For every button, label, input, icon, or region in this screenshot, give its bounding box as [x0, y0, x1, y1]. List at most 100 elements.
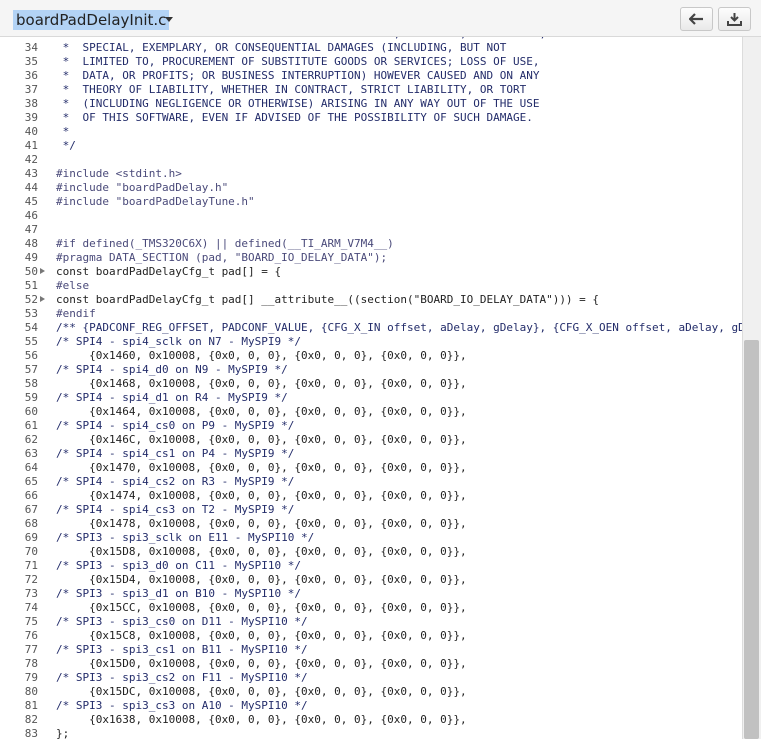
code-line: 34 * SPECIAL, EXEMPLARY, OR CONSEQUENTIA… — [0, 41, 742, 55]
code-line: 47 — [0, 223, 742, 237]
code-text: {0x1474, 0x10008, {0x0, 0, 0}, {0x0, 0, … — [56, 489, 467, 502]
code-text: {0x146C, 0x10008, {0x0, 0, 0}, {0x0, 0, … — [56, 433, 467, 446]
chevron-down-icon[interactable] — [165, 17, 173, 22]
line-number: 45 — [24, 195, 38, 208]
line-number: 66 — [24, 489, 38, 502]
code-line: 74 {0x15CC, 0x10008, {0x0, 0, 0}, {0x0, … — [0, 601, 742, 615]
line-number: 50 — [24, 265, 38, 278]
fold-arrow-icon[interactable] — [40, 296, 45, 302]
line-number: 47 — [24, 223, 38, 236]
download-icon — [727, 13, 742, 26]
code-text: {0x15CC, 0x10008, {0x0, 0, 0}, {0x0, 0, … — [56, 601, 467, 614]
code-text: /* SPI4 - spi4_d1 on R4 - MySPI9 */ — [56, 391, 288, 404]
line-number: 83 — [24, 727, 38, 739]
download-button[interactable] — [718, 7, 751, 31]
code-text: {0x15C8, 0x10008, {0x0, 0, 0}, {0x0, 0, … — [56, 629, 467, 642]
code-text: /** {PADCONF_REG_OFFSET, PADCONF_VALUE, … — [56, 321, 742, 334]
line-number: 71 — [24, 559, 38, 572]
code-line: 81 /* SPI3 - spi3_cs3 on A10 - MySPI10 */ — [0, 699, 742, 713]
code-line: 58 {0x1468, 0x10008, {0x0, 0, 0}, {0x0, … — [0, 377, 742, 391]
line-number: 79 — [24, 671, 38, 684]
code-view[interactable]: 33 OWNER OR CONTRIBUTORS BE LIABLE FOR A… — [0, 37, 742, 739]
line-number: 59 — [24, 391, 38, 404]
line-number: 75 — [24, 615, 38, 628]
code-line: 56 {0x1460, 0x10008, {0x0, 0, 0}, {0x0, … — [0, 349, 742, 363]
code-text: {0x15D0, 0x10008, {0x0, 0, 0}, {0x0, 0, … — [56, 657, 467, 670]
code-text: #else — [56, 279, 90, 292]
code-text: /* SPI4 - spi4_cs2 on R3 - MySPI9 */ — [56, 475, 295, 488]
line-number: 70 — [24, 545, 38, 558]
file-name-title[interactable]: boardPadDelayInit.c — [13, 10, 170, 30]
code-text: * THEORY OF LIABILITY, WHETHER IN CONTRA… — [56, 83, 527, 96]
back-button[interactable] — [680, 7, 713, 31]
scrollbar-thumb[interactable] — [744, 340, 759, 739]
line-number: 51 — [24, 279, 38, 292]
code-text: /* SPI4 - spi4_cs0 on P9 - MySPI9 */ — [56, 419, 295, 432]
code-text: /* SPI3 - spi3_sclk on E11 - MySPI10 */ — [56, 531, 315, 544]
code-line: 46 — [0, 209, 742, 223]
code-line: 60 {0x1464, 0x10008, {0x0, 0, 0}, {0x0, … — [0, 405, 742, 419]
code-line: 61 /* SPI4 - spi4_cs0 on P9 - MySPI9 */ — [0, 419, 742, 433]
code-line: 79 /* SPI3 - spi3_cs2 on F11 - MySPI10 */ — [0, 671, 742, 685]
code-text: /* SPI4 - spi4_sclk on N7 - MySPI9 */ — [56, 335, 302, 348]
line-number: 53 — [24, 307, 38, 320]
file-header: boardPadDelayInit.c — [0, 0, 761, 37]
code-line: 64 {0x1470, 0x10008, {0x0, 0, 0}, {0x0, … — [0, 461, 742, 475]
line-number: 54 — [24, 321, 38, 334]
code-text: const boardPadDelayCfg_t pad[] = { — [56, 265, 282, 278]
fold-arrow-icon[interactable] — [40, 268, 45, 274]
code-text: * LIMITED TO, PROCUREMENT OF SUBSTITUTE … — [56, 55, 540, 68]
code-text: /* SPI4 - spi4_d0 on N9 - MySPI9 */ — [56, 363, 288, 376]
code-line: 48 #if defined(_TMS320C6X) || defined(__T… — [0, 237, 742, 251]
line-number: 39 — [24, 111, 38, 124]
code-line: 72 {0x15D4, 0x10008, {0x0, 0, 0}, {0x0, … — [0, 573, 742, 587]
code-line: 51 #else — [0, 279, 742, 293]
code-line: 53 #endif — [0, 307, 742, 321]
code-line: 70 {0x15D8, 0x10008, {0x0, 0, 0}, {0x0, … — [0, 545, 742, 559]
line-number: 52 — [24, 293, 38, 306]
code-text: {0x1638, 0x10008, {0x0, 0, 0}, {0x0, 0, … — [56, 713, 467, 726]
code-line: 35 * LIMITED TO, PROCUREMENT OF SUBSTITU… — [0, 55, 742, 69]
code-line: 76 {0x15C8, 0x10008, {0x0, 0, 0}, {0x0, … — [0, 629, 742, 643]
code-text: /* SPI4 - spi4_cs3 on T2 - MySPI9 */ — [56, 503, 295, 516]
code-line: 54 /** {PADCONF_REG_OFFSET, PADCONF_VALUE… — [0, 321, 742, 335]
code-text: /* SPI3 - spi3_cs2 on F11 - MySPI10 */ — [56, 671, 308, 684]
code-text: * (INCLUDING NEGLIGENCE OR OTHERWISE) AR… — [56, 97, 540, 110]
code-line: 67 /* SPI4 - spi4_cs3 on T2 - MySPI9 */ — [0, 503, 742, 517]
code-line: 82 {0x1638, 0x10008, {0x0, 0, 0}, {0x0, … — [0, 713, 742, 727]
code-line: 52 const boardPadDelayCfg_t pad[] __attri… — [0, 293, 742, 307]
code-line: 65 /* SPI4 - spi4_cs2 on R3 - MySPI9 */ — [0, 475, 742, 489]
line-number: 57 — [24, 363, 38, 376]
code-text: #endif — [56, 307, 96, 320]
line-number: 48 — [24, 237, 38, 250]
code-text: }; — [56, 727, 70, 739]
code-line: 50 const boardPadDelayCfg_t pad[] = { — [0, 265, 742, 279]
vertical-scrollbar[interactable] — [742, 37, 761, 739]
line-number: 80 — [24, 685, 38, 698]
line-number: 62 — [24, 433, 38, 446]
line-number: 65 — [24, 475, 38, 488]
code-text: {0x1470, 0x10008, {0x0, 0, 0}, {0x0, 0, … — [56, 461, 467, 474]
line-number: 76 — [24, 629, 38, 642]
code-text: {0x1468, 0x10008, {0x0, 0, 0}, {0x0, 0, … — [56, 377, 467, 390]
arrow-left-icon — [689, 13, 703, 25]
code-line: 39 * OF THIS SOFTWARE, EVEN IF ADVISED O… — [0, 111, 742, 125]
code-line: 83}; — [0, 727, 742, 739]
code-line: 66 {0x1474, 0x10008, {0x0, 0, 0}, {0x0, … — [0, 489, 742, 503]
code-text: * DATA, OR PROFITS; OR BUSINESS INTERRUP… — [56, 69, 540, 82]
line-number: 41 — [24, 139, 38, 152]
code-line: 36 * DATA, OR PROFITS; OR BUSINESS INTER… — [0, 69, 742, 83]
line-number: 49 — [24, 251, 38, 264]
code-line: 68 {0x1478, 0x10008, {0x0, 0, 0}, {0x0, … — [0, 517, 742, 531]
code-text: {0x1464, 0x10008, {0x0, 0, 0}, {0x0, 0, … — [56, 405, 467, 418]
code-text: /* SPI3 - spi3_cs0 on D11 - MySPI10 */ — [56, 615, 308, 628]
line-number: 81 — [24, 699, 38, 712]
line-number: 77 — [24, 643, 38, 656]
code-text: /* SPI3 - spi3_cs1 on B11 - MySPI10 */ — [56, 643, 308, 656]
code-text: {0x15D4, 0x10008, {0x0, 0, 0}, {0x0, 0, … — [56, 573, 467, 586]
code-line: 59 /* SPI4 - spi4_d1 on R4 - MySPI9 */ — [0, 391, 742, 405]
code-line: 45 #include "boardPadDelayTune.h" — [0, 195, 742, 209]
code-line: 57 /* SPI4 - spi4_d0 on N9 - MySPI9 */ — [0, 363, 742, 377]
code-line: 69 /* SPI3 - spi3_sclk on E11 - MySPI10 *… — [0, 531, 742, 545]
code-text: #include "boardPadDelay.h" — [56, 181, 229, 194]
